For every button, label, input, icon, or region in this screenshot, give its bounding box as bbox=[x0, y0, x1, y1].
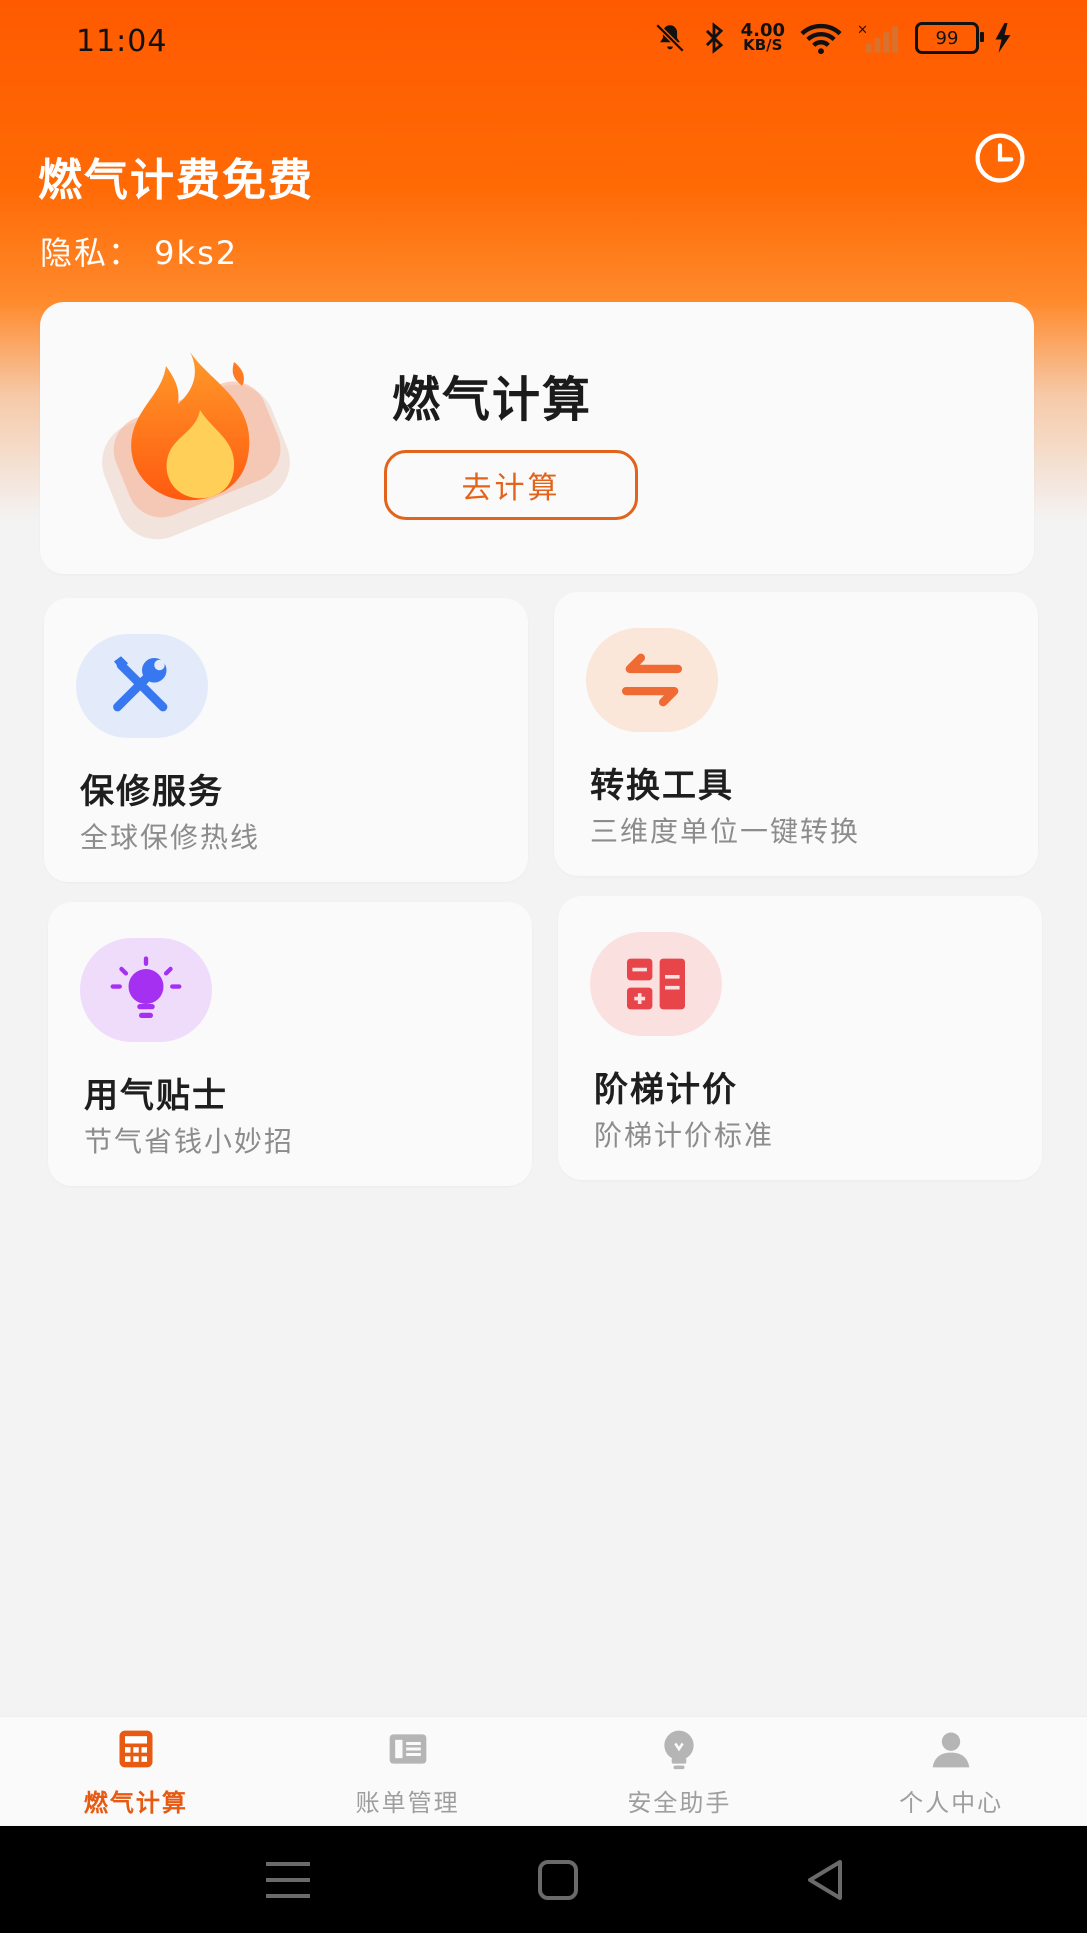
bulb-tab-icon bbox=[664, 1730, 695, 1770]
status-time: 11:04 bbox=[76, 24, 168, 59]
tile-subtitle: 阶梯计价标准 bbox=[594, 1119, 775, 1152]
tile-repair-service[interactable]: 保修服务 全球保修热线 bbox=[44, 598, 528, 882]
tile-subtitle: 全球保修热线 bbox=[80, 821, 261, 854]
tile-title: 转换工具 bbox=[590, 766, 734, 806]
mute-bell-icon bbox=[655, 23, 685, 53]
tile-tiered-pricing[interactable]: 阶梯计价 阶梯计价标准 bbox=[558, 896, 1042, 1180]
tab-label: 燃气计算 bbox=[83, 1789, 188, 1817]
bottom-tab-bar: 燃气计算 账单管理 安全助手 个人中心 bbox=[0, 1716, 1087, 1825]
tile-gas-tips[interactable]: 用气贴士 节气省钱小妙招 bbox=[48, 902, 532, 1186]
calculator-tab-icon bbox=[119, 1730, 153, 1768]
home-icon[interactable] bbox=[528, 1850, 588, 1910]
charging-icon bbox=[995, 23, 1011, 53]
tile-title: 保修服务 bbox=[80, 772, 224, 812]
tab-label: 账单管理 bbox=[355, 1789, 460, 1817]
tab-gas-calculation[interactable]: 燃气计算 bbox=[0, 1717, 272, 1825]
gas-calculation-card[interactable]: 燃气计算 去计算 bbox=[40, 302, 1034, 574]
swap-icon-bubble bbox=[586, 628, 718, 732]
hero-title: 燃气计算 bbox=[392, 372, 593, 428]
calculator-icon bbox=[627, 958, 685, 1010]
system-navigation-bar bbox=[0, 1826, 1087, 1933]
menu-icon[interactable] bbox=[258, 1850, 318, 1910]
flame-icon bbox=[102, 352, 290, 540]
user-icon bbox=[932, 1732, 970, 1768]
clock-icon[interactable] bbox=[972, 130, 1028, 186]
bluetooth-icon bbox=[705, 22, 723, 54]
tile-conversion-tool[interactable]: 转换工具 三维度单位一键转换 bbox=[554, 592, 1038, 876]
signal-icon: × bbox=[857, 23, 899, 53]
tab-safety-assistant[interactable]: 安全助手 bbox=[544, 1717, 816, 1825]
tile-subtitle: 节气省钱小妙招 bbox=[84, 1125, 295, 1158]
bill-icon bbox=[389, 1734, 426, 1764]
svg-text:×: × bbox=[857, 23, 868, 38]
swap-icon bbox=[621, 653, 683, 707]
battery-indicator: 99 bbox=[915, 22, 984, 54]
tab-personal-center[interactable]: 个人中心 bbox=[815, 1717, 1087, 1825]
calculator-icon-bubble bbox=[590, 932, 722, 1036]
bulb-icon bbox=[110, 956, 182, 1018]
tools-icon bbox=[113, 656, 168, 712]
tile-subtitle: 三维度单位一键转换 bbox=[590, 815, 861, 848]
back-icon[interactable] bbox=[796, 1850, 856, 1910]
app-title: 燃气计费免费 bbox=[38, 155, 314, 206]
tile-title: 用气贴士 bbox=[84, 1076, 228, 1116]
status-bar: 11:04 4.00 KB/S × 99 bbox=[0, 0, 1087, 90]
tab-label: 个人中心 bbox=[899, 1789, 1004, 1817]
wifi-icon bbox=[800, 23, 842, 55]
privacy-label[interactable]: 隐私： 9ks2 bbox=[40, 228, 238, 274]
bulb-icon-bubble bbox=[80, 938, 212, 1042]
network-speed: 4.00 KB/S bbox=[740, 20, 785, 54]
tile-title: 阶梯计价 bbox=[594, 1070, 738, 1110]
tools-icon-bubble bbox=[76, 634, 208, 738]
go-calculate-button[interactable]: 去计算 bbox=[384, 450, 638, 520]
status-icons: 4.00 KB/S × 99 bbox=[653, 18, 1013, 58]
tab-label: 安全助手 bbox=[627, 1789, 732, 1817]
tab-bill-management[interactable]: 账单管理 bbox=[272, 1717, 544, 1825]
